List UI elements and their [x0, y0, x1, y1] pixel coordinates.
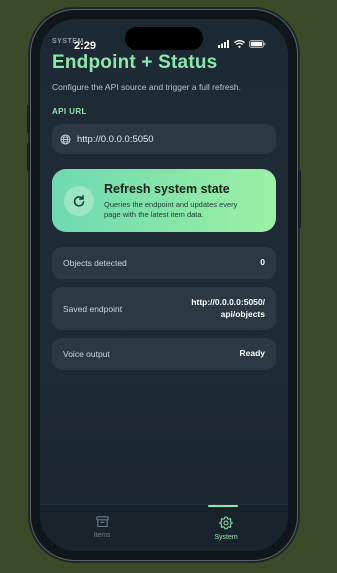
saved-endpoint-row: Saved endpoint http://0.0.0.0:5050/ api/…: [52, 287, 276, 330]
globe-icon: [60, 133, 71, 145]
saved-endpoint-value-line2: api/objects: [220, 308, 265, 319]
tab-system-label: System: [214, 534, 238, 541]
voice-output-label: Voice output: [63, 349, 110, 359]
api-url-label: API URL: [52, 107, 87, 116]
signal-icon: [218, 40, 229, 48]
dynamic-island: [125, 27, 203, 50]
page-subtitle: Configure the API source and trigger a f…: [52, 82, 241, 92]
battery-icon: [249, 40, 266, 48]
api-url-input[interactable]: http://0.0.0.0:5050: [52, 124, 276, 154]
refresh-icon-wrap: [64, 185, 94, 216]
tab-system[interactable]: System: [164, 505, 288, 551]
tab-items[interactable]: Items: [40, 505, 164, 551]
tab-items-label: Items: [93, 532, 111, 539]
status-icons: [218, 40, 266, 48]
saved-endpoint-value-line1: http://0.0.0.0:5050/: [191, 297, 265, 308]
refresh-title: Refresh system state: [104, 181, 230, 196]
power-button: [298, 170, 301, 228]
objects-detected-row: Objects detected 0: [52, 247, 276, 279]
voice-output-value: Ready: [239, 348, 265, 359]
api-url-value: http://0.0.0.0:5050: [77, 133, 154, 145]
archive-box-icon: [95, 516, 109, 528]
volume-up-button: [27, 105, 30, 133]
voice-output-row: Voice output Ready: [52, 338, 276, 370]
wifi-icon: [234, 40, 245, 48]
refresh-icon: [73, 194, 85, 207]
status-time: 2:29: [74, 40, 97, 52]
screen: SYSTEM 2:29 Endpoint + Status Configure …: [40, 19, 288, 551]
gear-icon: [219, 516, 233, 530]
objects-detected-value: 0: [260, 257, 265, 268]
saved-endpoint-label: Saved endpoint: [63, 303, 123, 314]
refresh-button[interactable]: Refresh system state Queries the endpoin…: [52, 169, 276, 232]
phone-frame: SYSTEM 2:29 Endpoint + Status Configure …: [27, 10, 301, 560]
refresh-text: Refresh system state Queries the endpoin…: [104, 182, 254, 220]
tab-bar: Items System: [40, 504, 288, 551]
page-title: Endpoint + Status: [52, 52, 218, 73]
objects-detected-label: Objects detected: [63, 258, 127, 268]
refresh-description: Queries the endpoint and updates every p…: [104, 199, 238, 219]
saved-endpoint-value: http://0.0.0.0:5050/ api/objects: [191, 297, 265, 319]
volume-down-button: [27, 143, 30, 171]
